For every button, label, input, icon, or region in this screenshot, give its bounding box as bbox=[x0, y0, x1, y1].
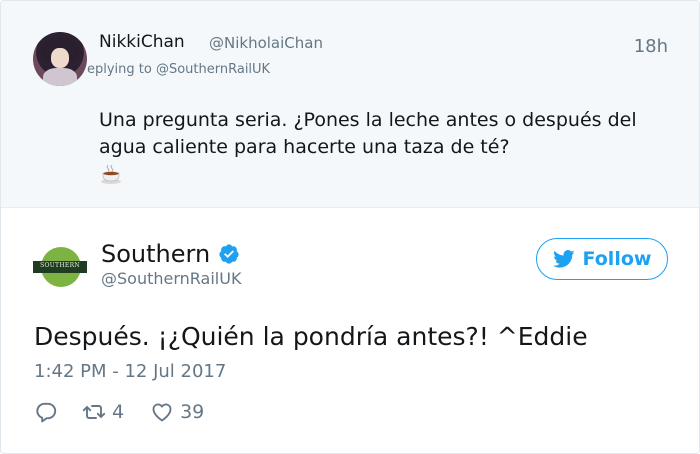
reply-author-handle[interactable]: @NikholaiChan bbox=[209, 34, 323, 52]
tweet-actions: 4 39 bbox=[34, 399, 204, 425]
reply-button[interactable] bbox=[34, 400, 58, 424]
retweet-count: 4 bbox=[112, 401, 125, 423]
tweet-text: Después. ¡¿Quién la pondría antes?! ^Edd… bbox=[34, 322, 588, 351]
hot-tea-icon bbox=[101, 164, 121, 184]
like-button[interactable]: 39 bbox=[150, 400, 204, 424]
reply-icon bbox=[36, 402, 57, 423]
retweet-button[interactable]: 4 bbox=[82, 400, 124, 424]
reply-text: Una pregunta seria. ¿Pones la leche ante… bbox=[99, 109, 637, 158]
reply-author-name[interactable]: NikkiChan bbox=[99, 32, 185, 52]
follow-button[interactable]: Follow bbox=[536, 238, 668, 280]
retweet-icon bbox=[82, 405, 106, 419]
follow-button-label: Follow bbox=[582, 248, 652, 270]
author-handle[interactable]: @SouthernRailUK bbox=[101, 269, 241, 288]
logo-text: SOUTHERN bbox=[40, 262, 80, 269]
tweet-card: NikkiChan @NikholaiChan 18h eplying to @… bbox=[0, 0, 700, 454]
verified-badge-icon bbox=[219, 244, 239, 264]
tweet-timestamp[interactable]: 1:42 PM - 12 Jul 2017 bbox=[34, 361, 226, 382]
twitter-bird-icon bbox=[552, 250, 575, 268]
replying-to-label: eplying to @SouthernRailUK bbox=[87, 62, 271, 77]
parent-tweet[interactable]: NikkiChan @NikholaiChan 18h eplying to @… bbox=[1, 1, 699, 208]
heart-icon bbox=[152, 403, 172, 422]
reply-timestamp[interactable]: 18h bbox=[634, 36, 668, 57]
author-name[interactable]: Southern bbox=[101, 240, 210, 268]
like-count: 39 bbox=[180, 401, 205, 423]
avatar[interactable] bbox=[33, 32, 87, 86]
avatar[interactable]: SOUTHERN bbox=[33, 241, 87, 295]
